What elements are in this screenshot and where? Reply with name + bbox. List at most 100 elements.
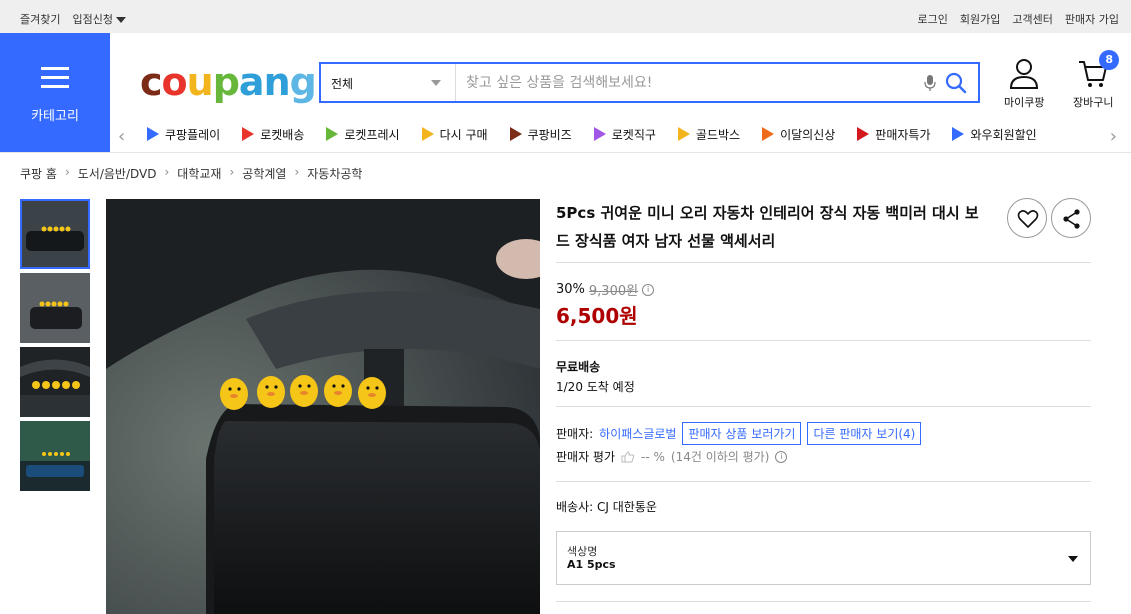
cart-label: 장바구니 (1073, 96, 1114, 109)
cart-count-badge: 8 (1099, 50, 1120, 70)
product-title: 5Pcs 귀여운 미니 오리 자동차 인테리어 장식 자동 백미러 대시 보드 … (556, 204, 979, 250)
cart-button[interactable]: 8 장바구니 (1073, 50, 1120, 110)
my-coupang-label: 마이쿠팡 (1004, 96, 1045, 109)
service-nav-item[interactable]: 이달의신상 (759, 125, 835, 143)
service-nav-item[interactable]: 쿠팡플레이 (144, 125, 220, 143)
play-icon (144, 125, 162, 143)
logo-letter: g (289, 60, 317, 104)
other-sellers-button[interactable]: 다른 판매자 보기(4) (807, 422, 922, 445)
service-nav-item[interactable]: 로켓배송 (239, 125, 304, 143)
category-menu-button[interactable]: 카테고리 (0, 33, 110, 152)
rating-value: -- % (641, 449, 665, 464)
coupang-logo[interactable]: coupang (140, 57, 317, 107)
seller-signup-link[interactable]: 판매자 가입 (1065, 11, 1119, 27)
breadcrumb-item[interactable]: 자동차공학 (307, 165, 362, 182)
service-nav-label: 로켓프레시 (344, 127, 400, 142)
carrier-label: 배송사: (556, 500, 594, 514)
rating-label: 판매자 평가 (556, 450, 616, 464)
microphone-icon[interactable] (924, 74, 936, 92)
service-nav-item[interactable]: 판매자특가 (854, 125, 930, 143)
logo-letter: p (212, 60, 240, 104)
service-nav-label: 쿠팡플레이 (165, 127, 221, 142)
category-label: 카테고리 (31, 109, 79, 124)
logo-letter: a (238, 60, 265, 104)
top-utility-bar: 즐겨찾기 입점신청 로그인 회원가입 고객센터 판매자 가입 (0, 0, 1131, 33)
section-divider (556, 601, 1091, 602)
logo-letter: u (186, 60, 214, 104)
rocket-fresh-icon (323, 125, 341, 143)
chevron-right-icon: › (64, 165, 70, 179)
chevron-right-icon[interactable]: › (1110, 126, 1117, 147)
service-nav-label: 이달의신상 (780, 127, 836, 142)
breadcrumb: 쿠팡 홈 › 도서/음반/DVD › 대학교재 › 공학계열 › 자동차공학 (20, 165, 362, 182)
info-icon[interactable]: i (775, 450, 788, 463)
product-thumbnail[interactable] (20, 199, 90, 269)
chevron-right-icon: › (164, 165, 170, 179)
customer-center-link[interactable]: 고객센터 (1012, 11, 1052, 27)
share-button[interactable] (1051, 198, 1091, 238)
chevron-left-icon[interactable]: ‹ (118, 126, 125, 147)
product-thumbnail[interactable] (20, 347, 90, 417)
thumbs-up-icon (621, 450, 635, 462)
new-bag-icon (759, 125, 777, 143)
info-icon[interactable]: i (642, 283, 655, 296)
service-nav-item[interactable]: 로켓직구 (591, 125, 656, 143)
rocket-global-icon (591, 125, 609, 143)
thumbnail-list (20, 199, 90, 495)
user-icon (1010, 59, 1039, 89)
login-link[interactable]: 로그인 (918, 11, 948, 27)
service-nav: ‹ 쿠팡플레이 로켓배송 로켓프레시 다시 구매 쿠팡비즈 로켓직구 골드박스 이달의신상 판매… (118, 122, 1131, 150)
my-coupang-button[interactable]: 마이쿠팡 (1004, 58, 1044, 110)
carrier-name: CJ 대한통운 (597, 500, 657, 514)
chevron-down-icon (115, 17, 126, 23)
vendor-apply-label: 입점신청 (72, 13, 113, 26)
service-nav-item[interactable]: 쿠팡비즈 (507, 125, 572, 143)
color-option-select[interactable]: 색상명 A1 5pcs (556, 531, 1091, 585)
service-nav-item[interactable]: 로켓프레시 (323, 125, 400, 143)
section-divider (556, 481, 1091, 482)
carrier-row: 배송사: CJ 대한통운 (556, 498, 657, 515)
discount-row: 30% 9,300원 i (556, 280, 655, 299)
breadcrumb-item[interactable]: 공학계열 (242, 165, 286, 182)
rocket-icon (239, 125, 257, 143)
seller-name-link[interactable]: 하이패스글로벌 (599, 425, 676, 442)
seller-rating-row: 판매자 평가 -- % (14건 이하의 평가) i (556, 448, 788, 465)
logo-letter: n (263, 60, 291, 104)
logo-letter: c (140, 60, 163, 104)
breadcrumb-item[interactable]: 쿠팡 홈 (20, 165, 57, 182)
service-nav-label: 판매자특가 (875, 127, 931, 142)
seller-deal-icon (854, 125, 872, 143)
service-nav-item[interactable]: 다시 구매 (419, 125, 488, 143)
option-value: A1 5pcs (567, 558, 616, 571)
seller-label: 판매자: (556, 427, 594, 441)
service-nav-item[interactable]: 와우회원할인 (949, 125, 1037, 143)
heart-icon (1017, 210, 1039, 228)
shipping-type: 무료배송 (556, 360, 601, 374)
repurchase-icon (419, 125, 437, 143)
service-nav-item[interactable]: 골드박스 (675, 125, 740, 143)
search-input[interactable] (466, 72, 906, 94)
search-icon[interactable] (944, 71, 968, 95)
product-thumbnail[interactable] (20, 421, 90, 491)
sale-price: 6,500원 (556, 304, 638, 328)
wishlist-button[interactable] (1007, 198, 1047, 238)
section-divider (556, 340, 1091, 341)
chevron-down-icon (1068, 556, 1078, 562)
service-nav-label: 로켓직구 (611, 127, 656, 142)
vendor-apply-link[interactable]: 입점신청 (72, 11, 126, 27)
original-price: 9,300원 (588, 284, 639, 299)
chevron-right-icon: › (294, 165, 300, 179)
search-category-select[interactable]: 전체 (321, 64, 456, 101)
service-nav-label: 다시 구매 (439, 127, 488, 142)
bookmark-link[interactable]: 즐겨찾기 (20, 11, 60, 27)
breadcrumb-item[interactable]: 대학교재 (177, 165, 221, 182)
breadcrumb-item[interactable]: 도서/음반/DVD (78, 165, 157, 182)
discount-rate: 30% (556, 282, 585, 297)
biz-icon (507, 125, 525, 143)
main-product-image[interactable] (106, 199, 540, 614)
product-thumbnail[interactable] (20, 273, 90, 343)
signup-link[interactable]: 회원가입 (960, 11, 1000, 27)
seller-products-button[interactable]: 판매자 상품 보러가기 (682, 422, 802, 445)
rating-note: (14건 이하의 평가) (670, 450, 770, 464)
seller-row: 판매자: 하이패스글로벌 판매자 상품 보러가기 다른 판매자 보기(4) (556, 422, 922, 445)
